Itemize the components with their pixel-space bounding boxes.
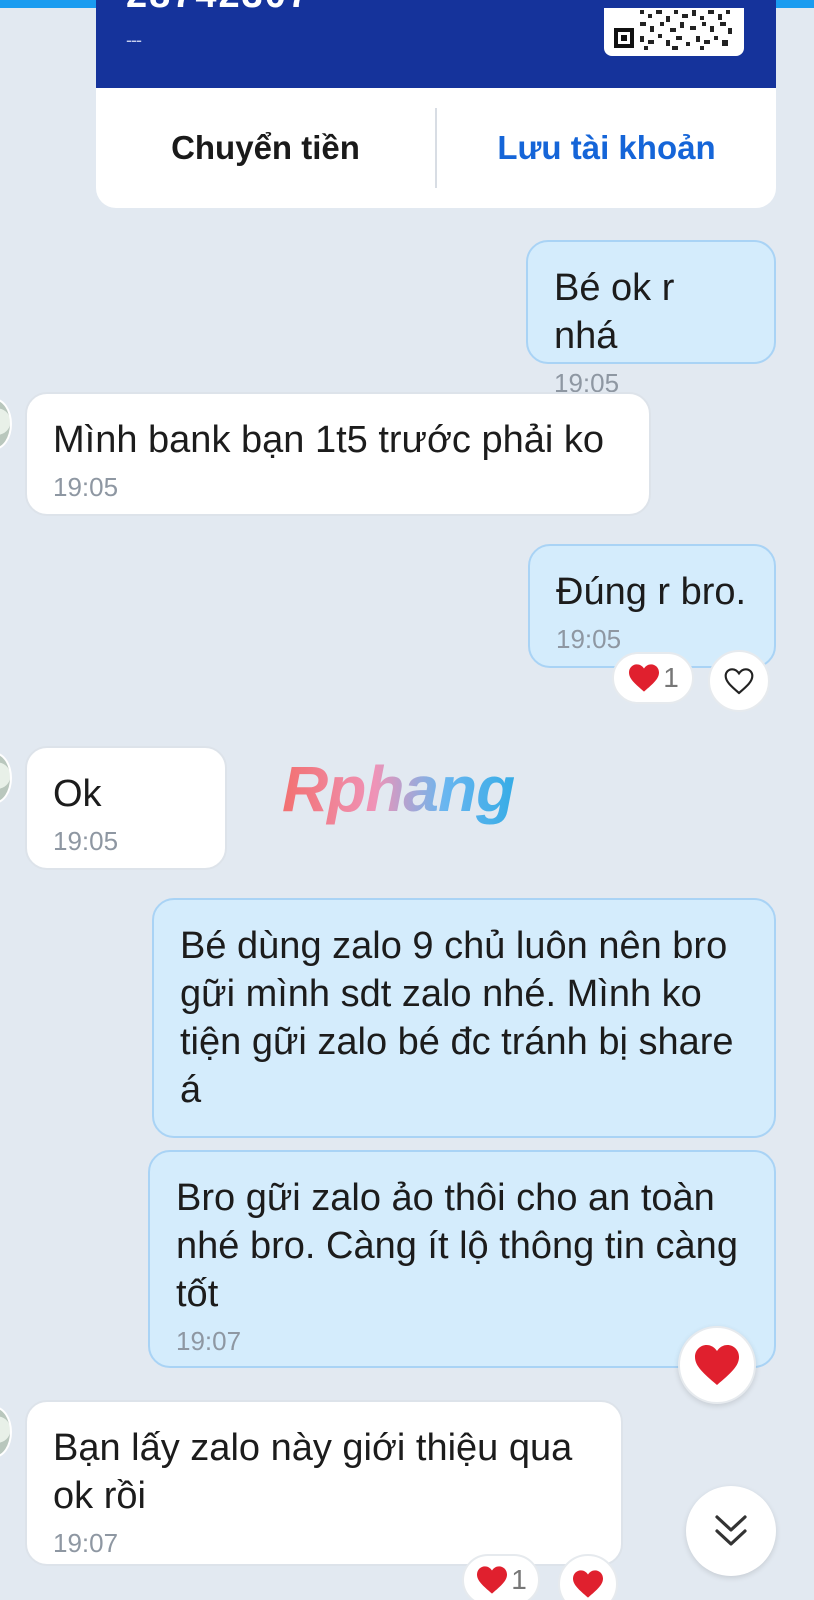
message-text: Đúng r bro. — [556, 571, 747, 613]
message-text: Mình bank bạn 1t5 trước phải ko — [53, 419, 604, 461]
bank-card-actions: Chuyển tiền Lưu tài khoản — [96, 88, 776, 208]
message-text: Ok — [53, 773, 102, 815]
avatar[interactable] — [0, 1406, 12, 1458]
message-bubble-incoming[interactable]: Bạn lấy zalo này giới thiệu qua ok rồi 1… — [25, 1400, 623, 1566]
message-text: Bạn lấy zalo này giới thiệu qua ok rồi — [53, 1427, 583, 1517]
message-text: Bé dùng zalo 9 chủ luôn nên bro gữi mình… — [180, 925, 745, 1111]
bank-account-card: 28742307 --- — [96, 0, 776, 208]
reaction-count: 1 — [511, 1564, 527, 1595]
message-bubble-incoming[interactable]: Ok 19:05 — [25, 746, 227, 870]
heart-icon — [629, 664, 660, 692]
message-time: 19:05 — [556, 624, 622, 654]
avatar[interactable] — [0, 752, 12, 804]
like-button[interactable] — [708, 650, 770, 712]
bank-card-header: 28742307 --- — [96, 0, 776, 88]
heart-icon — [695, 1345, 739, 1385]
heart-outline-icon — [724, 668, 754, 695]
reaction-badge[interactable]: 1 — [462, 1554, 540, 1600]
reaction-heart-button[interactable] — [678, 1326, 756, 1404]
account-subtext: --- — [126, 30, 142, 50]
double-chevron-down-icon — [715, 1515, 747, 1546]
save-account-button[interactable]: Lưu tài khoản — [437, 129, 776, 167]
message-text: Bé ok r nhá — [554, 267, 685, 357]
qr-code[interactable] — [604, 8, 744, 56]
avatar[interactable] — [0, 398, 12, 450]
reaction-count: 1 — [663, 662, 679, 693]
watermark: Rphang — [282, 753, 515, 825]
scroll-to-bottom-button[interactable] — [686, 1486, 776, 1576]
transfer-money-button[interactable]: Chuyển tiền — [96, 129, 435, 167]
account-number: 28742307 — [126, 0, 311, 17]
message-bubble-outgoing[interactable]: Bé dùng zalo 9 chủ luôn nên bro gữi mình… — [152, 898, 776, 1138]
reaction-badge[interactable]: 1 — [612, 652, 694, 704]
message-time: 19:05 — [53, 826, 119, 856]
message-bubble-outgoing[interactable]: Bé ok r nhá 19:05 — [526, 240, 776, 398]
heart-icon — [573, 1570, 603, 1598]
message-time: 19:05 — [53, 472, 119, 502]
heart-icon — [477, 1566, 508, 1594]
message-text: Bro gữi zalo ảo thôi cho an toàn nhé bro… — [176, 1177, 749, 1315]
message-bubble-incoming[interactable]: Mình bank bạn 1t5 trước phải ko 19:05 — [25, 392, 651, 516]
qr-code-icon — [614, 10, 732, 50]
message-time: 19:07 — [176, 1326, 242, 1356]
message-bubble-outgoing[interactable]: Bro gữi zalo ảo thôi cho an toàn nhé bro… — [148, 1150, 776, 1368]
